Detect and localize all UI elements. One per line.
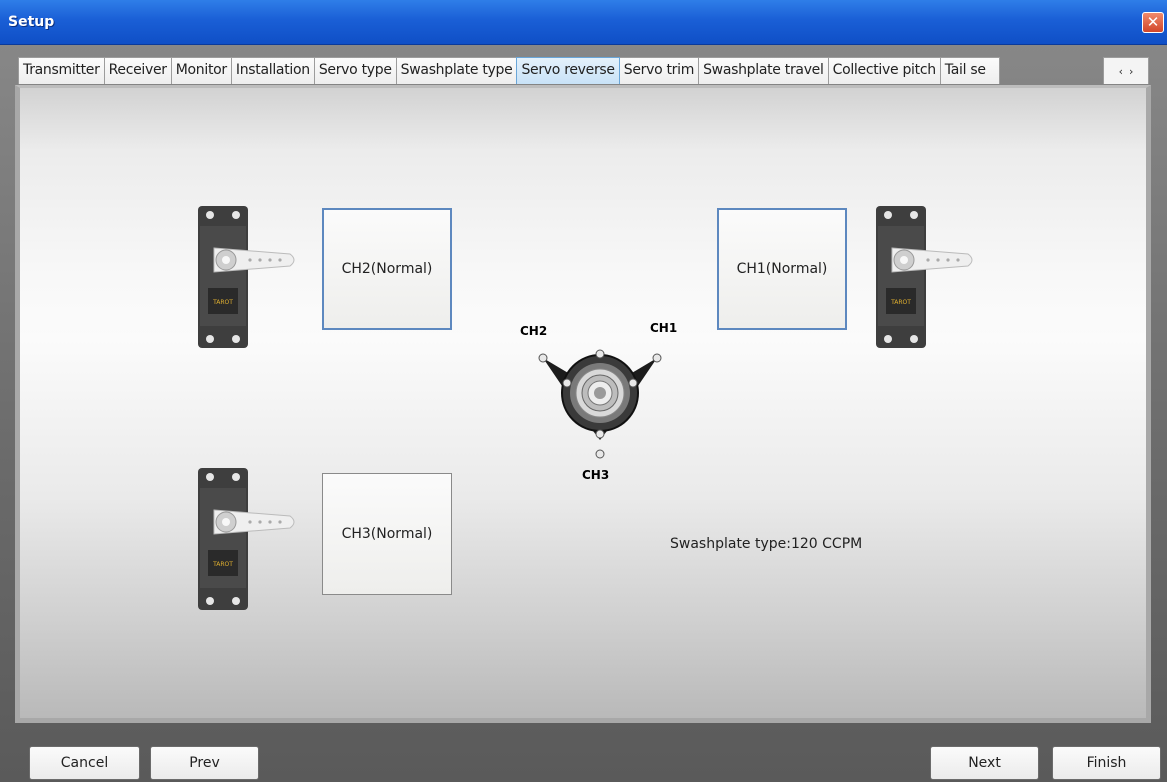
tab-servo-trim[interactable]: Servo trim [618,57,700,84]
tab-installation[interactable]: Installation [230,57,315,84]
tab-strip: Transmitter Receiver Monitor Installatio… [18,57,1149,84]
swash-ch1-label: CH1 [650,321,678,335]
servo-ch2-image: TAROT [198,206,295,348]
chevron-right-icon[interactable]: › [1129,65,1133,78]
chevron-left-icon[interactable]: ‹ [1119,65,1123,78]
svg-text:TAROT: TAROT [212,299,233,306]
title-bar: Setup ✕ [0,0,1167,45]
finish-button[interactable]: Finish [1052,746,1161,780]
ch1-label: CH1(Normal) [736,261,828,277]
ch3-label: CH3(Normal) [341,526,433,542]
tab-tail-setup[interactable]: Tail se [939,57,1000,84]
tab-swashplate-travel[interactable]: Swashplate travel [698,57,829,84]
close-button[interactable]: ✕ [1142,12,1164,33]
tab-transmitter[interactable]: Transmitter [18,57,105,84]
tab-servo-reverse[interactable]: Servo reverse [516,57,620,84]
tab-swashplate-type[interactable]: Swashplate type [395,57,518,84]
tab-monitor[interactable]: Monitor [170,57,232,84]
servo-ch3-image: TAROT [198,468,295,610]
next-button[interactable]: Next [930,746,1039,780]
tab-scroll-buttons: ‹ › [1103,57,1149,84]
ch2-label: CH2(Normal) [341,261,433,277]
swashplate-image [538,349,662,459]
tab-collective-pitch[interactable]: Collective pitch [827,57,941,84]
tab-servo-type[interactable]: Servo type [313,57,397,84]
servo-ch1-image: TAROT [876,206,973,348]
swash-ch3-label: CH3 [582,468,610,482]
swash-ch2-label: CH2 [520,324,548,338]
swashplate-type-info: Swashplate type:120 CCPM [670,536,863,552]
tab-receiver[interactable]: Receiver [103,57,172,84]
ch3-reverse-toggle[interactable]: CH3(Normal) [322,473,452,595]
prev-button[interactable]: Prev [150,746,259,780]
close-icon: ✕ [1146,13,1160,31]
window-title: Setup [8,14,55,30]
ch2-reverse-toggle[interactable]: CH2(Normal) [322,208,452,330]
ch1-reverse-toggle[interactable]: CH1(Normal) [717,208,847,330]
cancel-button[interactable]: Cancel [29,746,140,780]
servo-reverse-panel: TAROT CH2(Normal) CH1(Normal) TAROT CH2 … [15,85,1151,723]
svg-text:TAROT: TAROT [890,299,911,306]
svg-text:TAROT: TAROT [212,561,233,568]
setup-window: Setup ✕ Transmitter Receiver Monitor Ins… [0,0,1167,782]
